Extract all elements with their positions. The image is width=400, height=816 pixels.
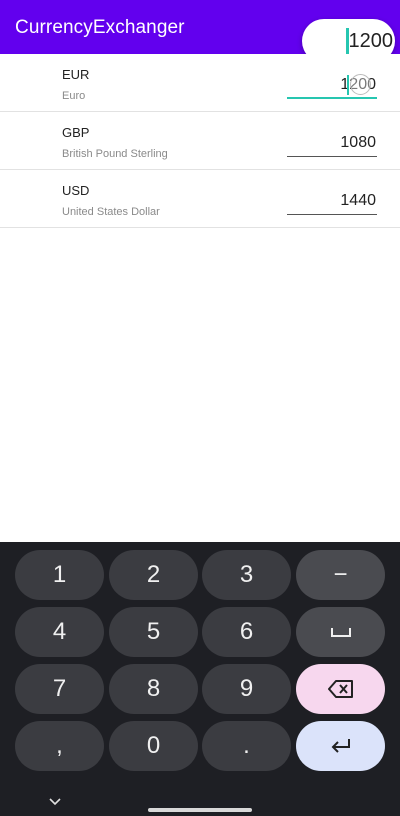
key-6[interactable]: 6 bbox=[202, 607, 291, 657]
key-enter[interactable] bbox=[296, 721, 385, 771]
space-icon bbox=[330, 626, 352, 638]
backspace-icon bbox=[327, 680, 354, 698]
currency-name: Euro bbox=[62, 90, 86, 102]
cursor-handle[interactable] bbox=[350, 74, 371, 95]
currency-row-eur[interactable]: EUR Euro 1200 bbox=[0, 54, 400, 112]
amount-input-eur[interactable]: 1200 bbox=[287, 74, 377, 99]
amount-input-gbp[interactable]: 1080 bbox=[287, 132, 377, 157]
currency-code: USD bbox=[62, 183, 90, 198]
amount-value: 1440 bbox=[340, 192, 376, 209]
gesture-nav-bar[interactable] bbox=[148, 808, 252, 812]
key-8[interactable]: 8 bbox=[109, 664, 198, 714]
currency-name: British Pound Sterling bbox=[62, 148, 168, 160]
magnifier-value: 1200 bbox=[348, 30, 394, 52]
key-9[interactable]: 9 bbox=[202, 664, 291, 714]
currency-row-gbp[interactable]: GBP British Pound Sterling 1080 bbox=[0, 112, 400, 170]
key-period[interactable]: . bbox=[202, 721, 291, 771]
currency-row-usd[interactable]: USD United States Dollar 1440 bbox=[0, 170, 400, 228]
key-space[interactable] bbox=[296, 607, 385, 657]
key-minus[interactable]: − bbox=[296, 550, 385, 600]
key-0[interactable]: 0 bbox=[109, 721, 198, 771]
amount-input-usd[interactable]: 1440 bbox=[287, 190, 377, 215]
key-1[interactable]: 1 bbox=[15, 550, 104, 600]
currency-list: EUR Euro 1200 GBP British Pound Sterling… bbox=[0, 54, 400, 228]
currency-code: GBP bbox=[62, 125, 90, 140]
enter-icon bbox=[330, 738, 352, 754]
currency-name: United States Dollar bbox=[62, 206, 160, 218]
numeric-keyboard: 1 2 3 − 4 5 6 7 8 9 , 0 . bbox=[0, 542, 400, 816]
currency-code: EUR bbox=[62, 67, 90, 82]
chevron-down-icon[interactable] bbox=[49, 793, 61, 811]
key-backspace[interactable] bbox=[296, 664, 385, 714]
key-7[interactable]: 7 bbox=[15, 664, 104, 714]
key-2[interactable]: 2 bbox=[109, 550, 198, 600]
text-caret bbox=[347, 75, 349, 95]
key-4[interactable]: 4 bbox=[15, 607, 104, 657]
app-title: CurrencyExchanger bbox=[15, 17, 185, 38]
key-5[interactable]: 5 bbox=[109, 607, 198, 657]
key-3[interactable]: 3 bbox=[202, 550, 291, 600]
amount-value: 1080 bbox=[340, 134, 376, 151]
key-comma[interactable]: , bbox=[15, 721, 104, 771]
